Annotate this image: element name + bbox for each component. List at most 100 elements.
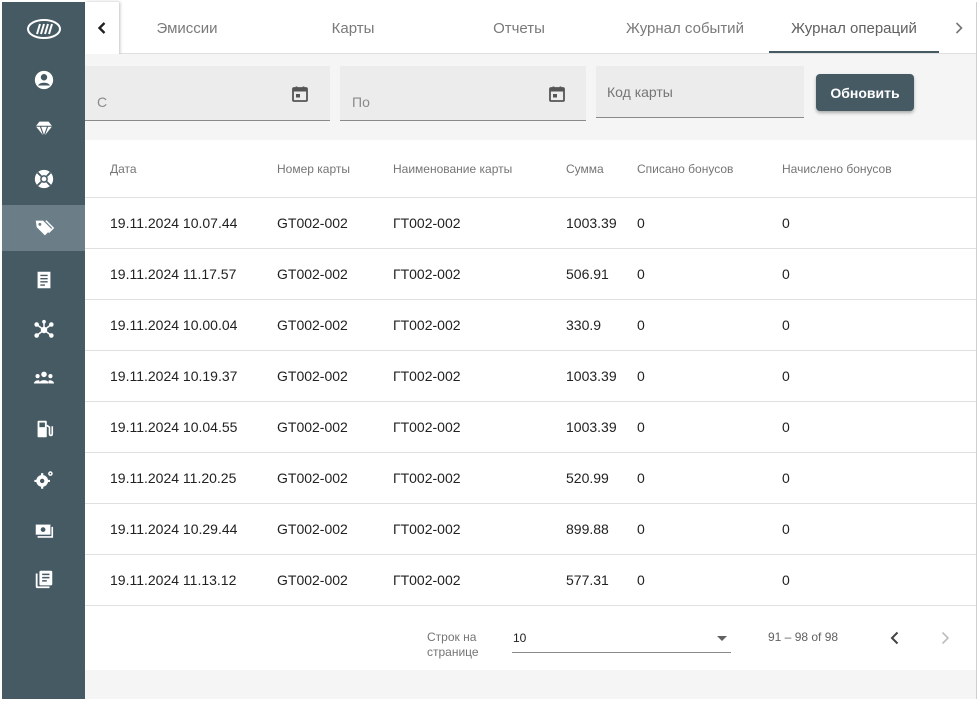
cell-bonus-earned: 0: [782, 470, 790, 486]
cell-date: 19.11.2024 11.20.25: [110, 470, 237, 486]
chevron-left-icon: [890, 631, 899, 645]
sidebar-item-news[interactable]: [2, 556, 85, 602]
cell-card-number: GT002-002: [277, 521, 348, 537]
chevron-right-icon: [955, 22, 963, 34]
column-header-card-name[interactable]: Наименование карты: [393, 140, 512, 198]
sidebar-item-user[interactable]: [2, 57, 85, 103]
date-from-field[interactable]: С: [85, 66, 330, 121]
calendar-icon[interactable]: [290, 84, 310, 104]
cell-amount: 330.9: [566, 317, 602, 333]
sidebar-item-users[interactable]: [2, 355, 85, 401]
column-header-date[interactable]: Дата: [110, 140, 137, 198]
footer-strip: [85, 670, 976, 699]
column-header-card-number[interactable]: Номер карты: [277, 140, 350, 198]
rows-per-page-label: Строк на странице: [427, 630, 479, 660]
table-row[interactable]: 19.11.2024 10.00.04 GT002-002 ГТ002-002 330…: [85, 300, 976, 351]
cell-date: 19.11.2024 10.04.55: [110, 419, 238, 435]
cell-card-name: ГТ002-002: [393, 470, 461, 486]
cell-card-number: GT002-002: [277, 215, 348, 231]
cell-bonus-earned: 0: [782, 317, 790, 333]
sidebar: [2, 2, 85, 699]
table-row[interactable]: 19.11.2024 11.20.25 GT002-002 ГТ002-002 520…: [85, 453, 976, 504]
table-row[interactable]: 19.11.2024 10.04.55 GT002-002 ГТ002-002 100…: [85, 402, 976, 453]
cell-card-name: ГТ002-002: [393, 419, 461, 435]
table-body: 19.11.2024 10.07.44 GT002-002 ГТ002-002 100…: [85, 198, 976, 606]
operations-table: Дата Номер карты Наименование карты Сумм…: [85, 140, 976, 606]
cell-card-name: ГТ002-002: [393, 215, 461, 231]
column-header-amount[interactable]: Сумма: [566, 140, 604, 198]
next-page-button[interactable]: [931, 624, 959, 652]
calendar-icon[interactable]: [547, 84, 567, 104]
cell-bonus-spent: 0: [637, 317, 645, 333]
tab-reports[interactable]: Отчеты: [451, 2, 587, 54]
rows-per-page-label-line2: странице: [427, 645, 479, 659]
cell-amount: 577.31: [566, 572, 609, 588]
sidebar-item-tags[interactable]: [2, 205, 85, 251]
active-tab-indicator: [769, 51, 939, 53]
money-icon: [35, 524, 53, 538]
date-from-placeholder: С: [97, 94, 108, 110]
receipt-icon: [37, 271, 50, 289]
dropdown-arrow-icon: [717, 636, 727, 641]
cell-bonus-spent: 0: [637, 470, 645, 486]
table-row[interactable]: 19.11.2024 11.17.57 GT002-002 ГТ002-002 506…: [85, 249, 976, 300]
cell-date: 19.11.2024 10.19.37: [110, 368, 238, 384]
logo-icon[interactable]: [2, 6, 85, 52]
cell-card-number: GT002-002: [277, 419, 348, 435]
sidebar-item-receipt[interactable]: [2, 257, 85, 303]
fuel-station-icon: [37, 420, 53, 438]
cell-amount: 1003.39: [566, 419, 617, 435]
cell-card-number: GT002-002: [277, 317, 348, 333]
lifebuoy-icon: [34, 169, 53, 189]
cell-date: 19.11.2024 11.17.57: [110, 266, 237, 282]
refresh-button[interactable]: Обновить: [816, 74, 914, 111]
cell-amount: 1003.39: [566, 368, 617, 384]
cell-card-number: GT002-002: [277, 266, 348, 282]
tab-event-log[interactable]: Журнал событий: [615, 2, 755, 54]
cell-date: 19.11.2024 10.29.44: [110, 521, 238, 537]
sidebar-item-gears[interactable]: [2, 457, 85, 503]
sidebar-item-lifebuoy[interactable]: [2, 156, 85, 202]
rows-per-page-select[interactable]: 10: [512, 628, 731, 653]
tab-operations-log[interactable]: Журнал операций: [769, 2, 939, 54]
news-icon: [35, 570, 52, 589]
cell-card-name: ГТ002-002: [393, 572, 461, 588]
chevron-left-icon: [97, 22, 106, 34]
tabs-scroll-right-button[interactable]: [942, 2, 976, 54]
cell-bonus-earned: 0: [782, 521, 790, 537]
sidebar-item-network[interactable]: [2, 307, 85, 353]
cell-amount: 506.91: [566, 266, 609, 282]
diamond-icon: [35, 121, 52, 138]
gears-icon: [33, 471, 53, 489]
cell-amount: 899.88: [566, 521, 609, 537]
sidebar-item-diamond[interactable]: [2, 106, 85, 152]
cell-bonus-earned: 0: [782, 368, 790, 384]
table-row[interactable]: 19.11.2024 11.13.12 GT002-002 ГТ002-002 577…: [85, 555, 976, 606]
sidebar-item-fuel[interactable]: [2, 406, 85, 452]
table-row[interactable]: 19.11.2024 10.07.44 GT002-002 ГТ002-002 100…: [85, 198, 976, 249]
table-row[interactable]: 19.11.2024 10.19.37 GT002-002 ГТ002-002 100…: [85, 351, 976, 402]
sidebar-item-money[interactable]: [2, 508, 85, 554]
cell-bonus-spent: 0: [637, 521, 645, 537]
cell-card-name: ГТ002-002: [393, 317, 461, 333]
user-icon: [34, 70, 53, 90]
cell-bonus-earned: 0: [782, 266, 790, 282]
previous-page-button[interactable]: [881, 624, 909, 652]
card-code-placeholder: Код карты: [607, 84, 673, 100]
window-border: [976, 2, 977, 699]
tab-cards[interactable]: Карты: [285, 2, 421, 54]
cell-bonus-earned: 0: [782, 419, 790, 435]
tab-emissions[interactable]: Эмиссии: [119, 2, 255, 54]
card-code-input[interactable]: Код карты: [596, 66, 804, 118]
tabs-scroll-left-button[interactable]: [85, 2, 119, 54]
date-to-field[interactable]: По: [340, 66, 586, 121]
cell-card-number: GT002-002: [277, 572, 348, 588]
tags-icon: [35, 220, 54, 236]
cell-bonus-earned: 0: [782, 572, 790, 588]
users-icon: [33, 371, 54, 384]
column-header-bonus-spent[interactable]: Списано бонусов: [637, 140, 733, 198]
column-header-bonus-earned[interactable]: Начислено бонусов: [782, 140, 892, 198]
table-row[interactable]: 19.11.2024 10.29.44 GT002-002 ГТ002-002 899…: [85, 504, 976, 555]
cell-amount: 1003.39: [566, 215, 617, 231]
page-range-label: 91 – 98 of 98: [768, 630, 839, 644]
